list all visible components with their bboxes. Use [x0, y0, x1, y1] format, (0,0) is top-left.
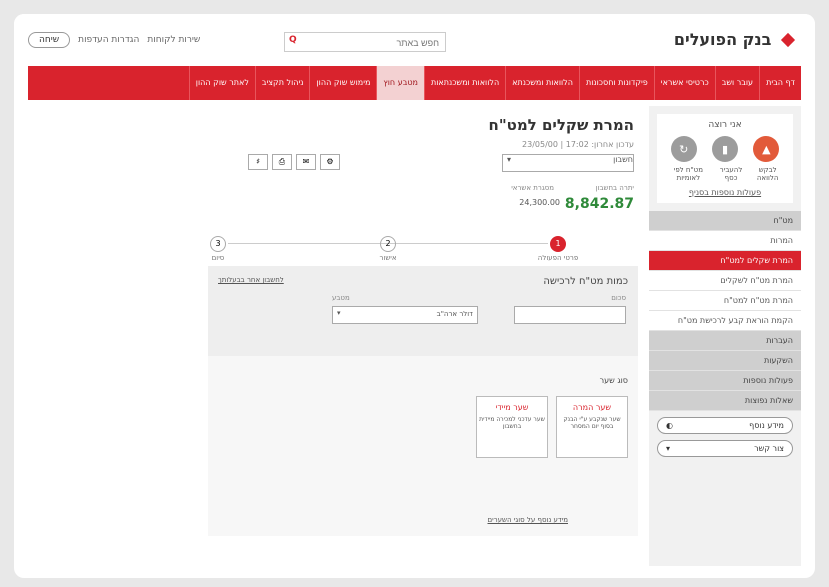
currency-select[interactable]: דולר ארה"ב ▾: [332, 306, 478, 324]
currency-value: דולר ארה"ב: [436, 310, 473, 318]
quick-action-label-2: מט"ח לפי לאומיות: [673, 166, 703, 182]
available-value: 8,842.87: [564, 196, 634, 212]
step-3: 3 סיום: [188, 236, 248, 262]
amount-input[interactable]: [514, 306, 626, 324]
rate-card-conversion[interactable]: שער המרה שער שנקבע ע"י הבנק בסוף יום המס…: [556, 396, 628, 458]
main-nav: דף הבית עובר ושב כרטיסי אשראי פיקדונות ו…: [28, 66, 801, 100]
sidebar-item-forex[interactable]: מט"ח: [649, 211, 801, 231]
frame-label: מסגרת אשראי: [511, 184, 554, 192]
search-box[interactable]: Q: [284, 32, 446, 52]
step-1: 1 פרטי הפעולה: [528, 236, 588, 262]
step-2-label: אישור: [379, 254, 397, 262]
progress-steps: 1 פרטי הפעולה 2 אישור 3 סיום: [188, 236, 588, 266]
quick-actions-title: אני רוצה: [708, 120, 742, 130]
currency-action-icon[interactable]: ↻: [670, 136, 697, 162]
search-input[interactable]: [317, 35, 441, 51]
quick-actions-labels: לבקש הלוואה להעביר כסף מט"ח לפי לאומיות: [663, 166, 787, 182]
sidebar-item-conversions[interactable]: המרות: [649, 231, 801, 251]
brand-logo[interactable]: בנק הפועלים: [673, 30, 796, 49]
nav-item-deposits[interactable]: פיקדונות וחסכונות: [578, 66, 654, 100]
utility-link-0[interactable]: שירות לקוחות: [147, 35, 200, 45]
utility-bar: שירות לקוחות הגדרות העדפות שיחה: [28, 32, 200, 48]
account-select-label: חשבון: [613, 155, 633, 164]
rate-info-link[interactable]: מידע נוסף על סוגי השערים: [488, 516, 569, 524]
sidebar: אני רוצה ▲ ▮ ↻ לבקש הלוואה להעביר כסף מט…: [649, 106, 801, 566]
info-pill-label: מידע נוסף: [749, 421, 784, 430]
sidebar-item-more-actions[interactable]: פעולות נוספות: [649, 371, 801, 391]
nav-item-forex[interactable]: מטבע חוץ: [376, 66, 424, 100]
rate-card-immediate-title: שער מיידי: [495, 403, 529, 412]
contact-pill[interactable]: צור קשר ▾: [657, 440, 793, 457]
step-2: 2 אישור: [358, 236, 418, 262]
quick-action-label-1: להעביר כסף: [719, 166, 743, 182]
nav-item-checking[interactable]: עובר ושב: [714, 66, 759, 100]
account-select[interactable]: חשבון ▾: [502, 154, 634, 172]
brand-diamond-icon: [780, 32, 796, 48]
last-update: עדכון אחרון: 17:02 | 23/05/00: [522, 140, 634, 149]
step-1-label: פרטי הפעולה: [537, 254, 579, 262]
sidebar-item-fx-to-ils[interactable]: המרת מט"ח לשקלים: [649, 271, 801, 291]
amount-form-title: כמות מט"ח לרכישה: [543, 276, 628, 287]
step-3-dot: 3: [210, 236, 226, 252]
page-title: המרת שקלים למט"ח: [488, 116, 634, 134]
rate-type-form: סוג שער שער המרה שער שנקבע ע"י הבנק בסוף…: [208, 356, 638, 536]
sidebar-item-ils-to-fx[interactable]: המרת שקלים למט"ח: [649, 251, 801, 271]
transfer-action-icon[interactable]: ▮: [712, 136, 739, 162]
nav-item-cards[interactable]: כרטיסי אשראי: [653, 66, 715, 100]
sidebar-item-standing-order[interactable]: הקמת הוראת קבע לרכישת מט"ח: [649, 311, 801, 331]
sidebar-item-transfers[interactable]: העברות: [649, 331, 801, 351]
nav-item-capital-market[interactable]: מימוש שוק ההון: [309, 66, 376, 100]
print-icon[interactable]: ⎙: [272, 154, 292, 170]
amount-form: כמות מט"ח לרכישה לחשבון אחר בבעלותך סכום…: [208, 266, 638, 356]
rate-type-title: סוג שער: [599, 376, 628, 385]
email-icon[interactable]: ✉: [296, 154, 316, 170]
chevron-down-icon: ▾: [507, 155, 512, 164]
search-icon[interactable]: Q: [289, 35, 297, 45]
main-content: המרת שקלים למט"ח עדכון אחרון: 17:02 | 23…: [28, 106, 648, 566]
quick-action-label-0: לבקש הלוואה: [756, 166, 779, 182]
nav-item-mortgages[interactable]: הלוואות ומשכנתאות: [423, 66, 505, 100]
chevron-down-icon: ▾: [337, 309, 341, 317]
other-account-link[interactable]: לחשבון אחר בבעלותך: [218, 276, 284, 284]
rate-card-conversion-title: שער המרה: [572, 403, 612, 412]
sidebar-item-investments[interactable]: השקעות: [649, 351, 801, 371]
balances: יתרה בחשבון מסגרת אשראי 8,842.87 24,300.…: [414, 184, 634, 224]
info-pill[interactable]: מידע נוסף ◐: [657, 417, 793, 434]
contact-pill-label: צור קשר: [754, 444, 784, 453]
app-frame: בנק הפועלים שירות לקוחות הגדרות העדפות ש…: [14, 14, 815, 578]
step-2-dot: 2: [380, 236, 396, 252]
more-actions-link[interactable]: פעולות נוספות בסניף: [663, 188, 787, 197]
toolbar: ⚙ ✉ ⎙ ♯: [248, 154, 340, 170]
amount-label: סכום: [611, 294, 626, 302]
step-3-label: סיום: [211, 254, 225, 262]
rate-card-conversion-desc: שער שנקבע ע"י הבנק בסוף יום המסחר: [563, 416, 621, 430]
frame-value: 24,300.00: [519, 198, 560, 207]
loan-action-icon[interactable]: ▲: [753, 136, 780, 162]
available-label: יתרה בחשבון: [595, 184, 634, 192]
share-icon[interactable]: ♯: [248, 154, 268, 170]
nav-item-home[interactable]: דף הבית: [759, 66, 801, 100]
chevron-down-icon: ▾: [666, 444, 671, 453]
nav-item-loans[interactable]: הלוואות ומשכנתא: [505, 66, 579, 100]
utility-link-1[interactable]: הגדרות העדפות: [78, 35, 139, 45]
sidebar-item-fx-to-fx[interactable]: המרת מט"ח למט"ח: [649, 291, 801, 311]
nav-item-budget[interactable]: ניהול תקציב: [254, 66, 310, 100]
step-1-dot: 1: [550, 236, 566, 252]
sidebar-item-faq[interactable]: שאלות נפוצות: [649, 391, 801, 411]
settings-icon[interactable]: ⚙: [320, 154, 340, 170]
top-bar: בנק הפועלים שירות לקוחות הגדרות העדפות ש…: [14, 14, 815, 64]
brand-name: בנק הפועלים: [673, 30, 772, 49]
rate-card-immediate-desc: שער עדכני למכירה מיידית בחשבון: [479, 416, 545, 430]
rate-card-immediate[interactable]: שער מיידי שער עדכני למכירה מיידית בחשבון: [476, 396, 548, 458]
quick-actions-box: אני רוצה ▲ ▮ ↻ לבקש הלוואה להעביר כסף מט…: [657, 114, 793, 203]
currency-label: מטבע: [332, 294, 350, 302]
quick-actions: ▲ ▮ ↻: [663, 136, 787, 162]
toggle-icon: ◐: [666, 421, 673, 430]
nav-item-capital-site[interactable]: לאתר שוק ההון: [188, 66, 255, 100]
chat-button[interactable]: שיחה: [28, 32, 71, 48]
